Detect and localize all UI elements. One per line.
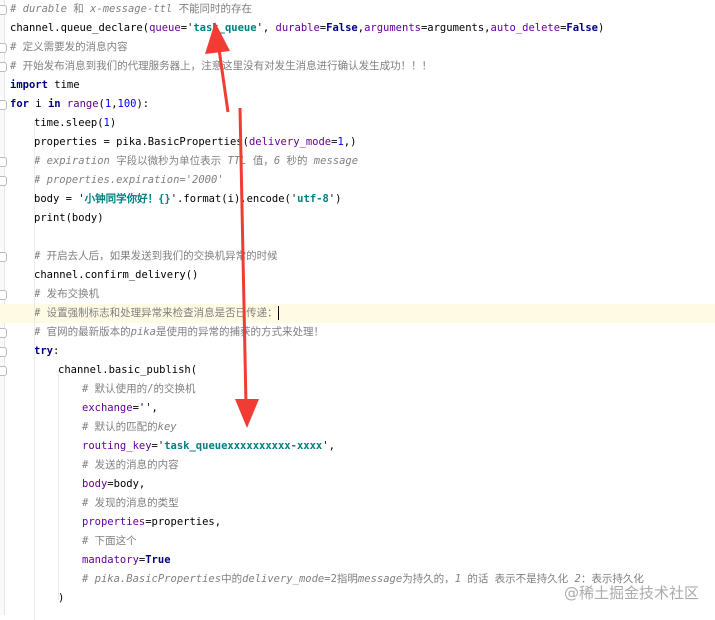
watermark: @稀土掘金技术社区 <box>563 584 699 602</box>
annotation-arrows <box>205 22 259 428</box>
down-arrow <box>235 107 259 428</box>
up-arrow <box>205 22 230 113</box>
